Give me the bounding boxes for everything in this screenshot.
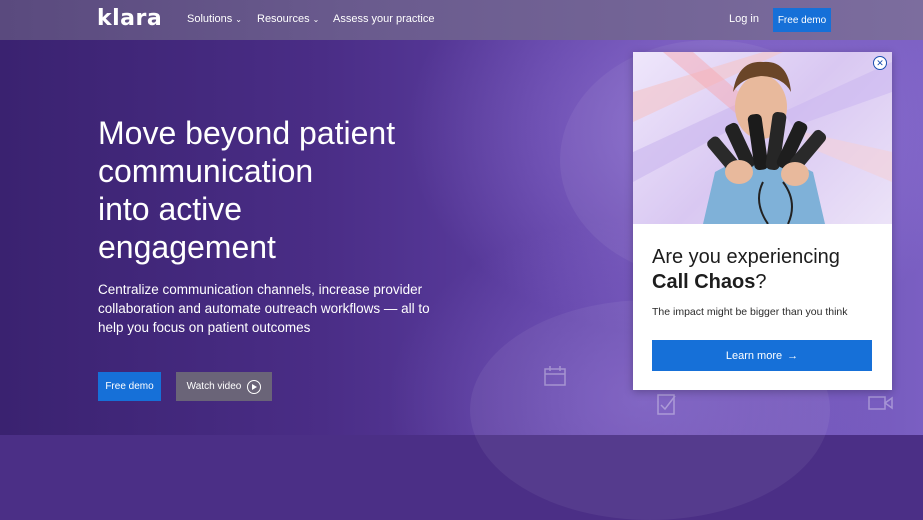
popup-title-suffix: ? [755, 271, 767, 293]
subhead-line: collaboration and automate outreach work… [98, 301, 430, 316]
watch-video-label: Watch video [186, 381, 242, 392]
close-icon[interactable]: ✕ [873, 56, 887, 70]
subhead-line: help you focus on patient outcomes [98, 320, 311, 335]
arrow-right-icon: → [787, 349, 799, 362]
nav-resources[interactable]: Resources ⌄ [257, 13, 319, 25]
top-navigation: klara Solutions ⌄ Resources ⌄ Assess your … [0, 0, 923, 40]
man-with-phones-illustration [633, 52, 892, 224]
login-link[interactable]: Log in [729, 13, 759, 25]
headline-line: into active [98, 191, 243, 227]
free-demo-nav-button[interactable]: Free demo [773, 8, 831, 32]
chevron-down-icon: ⌄ [312, 15, 320, 24]
headline-line: engagement [98, 229, 276, 265]
nav-item-label: Assess your practice [333, 13, 435, 25]
popup-title-bold: Call Chaos [652, 271, 756, 293]
klara-logo[interactable]: klara [97, 6, 162, 31]
free-demo-button[interactable]: Free demo [98, 372, 161, 401]
calendar-icon [544, 366, 566, 386]
learn-more-button[interactable]: Learn more → [652, 340, 872, 371]
learn-more-label: Learn more [725, 349, 783, 362]
nav-assess-practice[interactable]: Assess your practice [333, 13, 434, 25]
video-camera-icon [868, 396, 893, 410]
chevron-down-icon: ⌄ [235, 15, 242, 24]
headline-line: communication [98, 153, 314, 189]
nav-solutions[interactable]: Solutions ⌄ [187, 13, 242, 25]
popup-title-line2: Call Chaos? [652, 271, 766, 294]
popup-description: The impact might be bigger than you thin… [652, 306, 848, 318]
hero-headline: Move beyond patient communication into a… [98, 114, 518, 266]
checklist-icon [657, 394, 676, 415]
nav-item-label: Resources [257, 13, 310, 25]
subhead-line: Centralize communication channels, incre… [98, 282, 423, 297]
nav-item-label: Solutions [187, 13, 233, 25]
hero-subheading: Centralize communication channels, incre… [98, 280, 458, 337]
call-chaos-popup: ✕ Are you experiencing Call Chaos? The i… [633, 52, 892, 390]
watch-video-button[interactable]: Watch video [176, 372, 272, 401]
play-icon [247, 379, 262, 394]
popup-illustration: ✕ [633, 52, 892, 224]
popup-title-line1: Are you experiencing [652, 246, 840, 268]
headline-line: Move beyond patient [98, 115, 396, 151]
